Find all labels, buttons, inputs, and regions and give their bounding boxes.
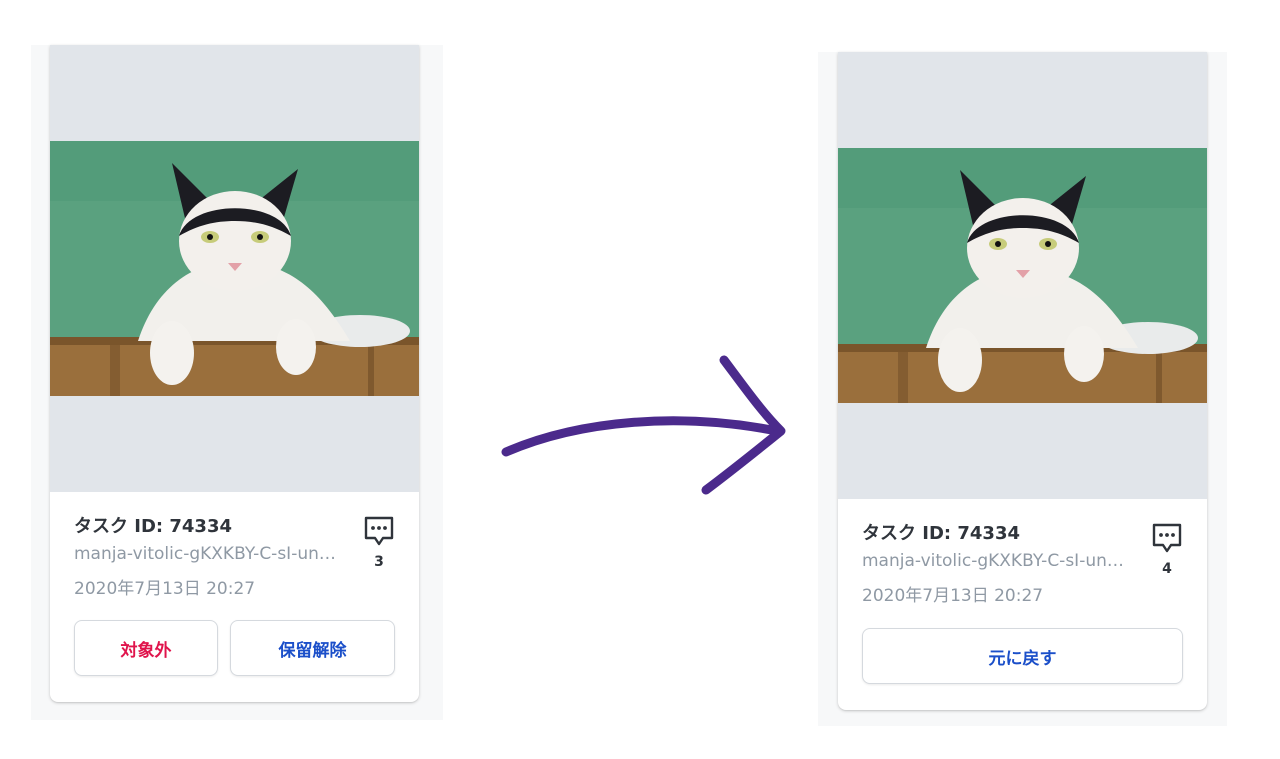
- cat-photo[interactable]: [838, 148, 1207, 403]
- created-date: 2020年7月13日 20:27: [74, 579, 256, 599]
- revert-button[interactable]: 元に戻す: [862, 628, 1183, 684]
- created-date: 2020年7月13日 20:27: [862, 586, 1044, 606]
- file-name: manja-vitolic-gKXKBY-C-sI-unsplash.jpg: [862, 551, 1128, 571]
- task-card-after: タスク ID: 74334 manja-vitolic-gKXKBY-C-sI-…: [838, 52, 1207, 710]
- task-card-before: タスク ID: 74334 manja-vitolic-gKXKBY-C-sI-…: [50, 45, 419, 702]
- comment-icon: [364, 516, 394, 546]
- comment-count: 3: [374, 554, 384, 570]
- cat-photo[interactable]: [50, 141, 419, 396]
- revert-button-label: 元に戻す: [988, 648, 1057, 669]
- image-placeholder: [50, 45, 419, 492]
- comment-button[interactable]: 3: [360, 514, 398, 574]
- file-name: manja-vitolic-gKXKBY-C-sI-unsplash.jpg: [74, 544, 340, 564]
- task-id-label: タスク ID: 74334: [862, 523, 1020, 544]
- comment-icon: [1152, 523, 1182, 553]
- exclude-button-label: 対象外: [120, 640, 172, 661]
- task-id-label: タスク ID: 74334: [74, 516, 232, 537]
- comment-count: 4: [1162, 561, 1172, 577]
- comment-button[interactable]: 4: [1148, 521, 1186, 581]
- exclude-button[interactable]: 対象外: [74, 620, 218, 676]
- release-hold-button[interactable]: 保留解除: [230, 620, 395, 676]
- image-placeholder: [838, 52, 1207, 499]
- release-hold-button-label: 保留解除: [278, 640, 347, 661]
